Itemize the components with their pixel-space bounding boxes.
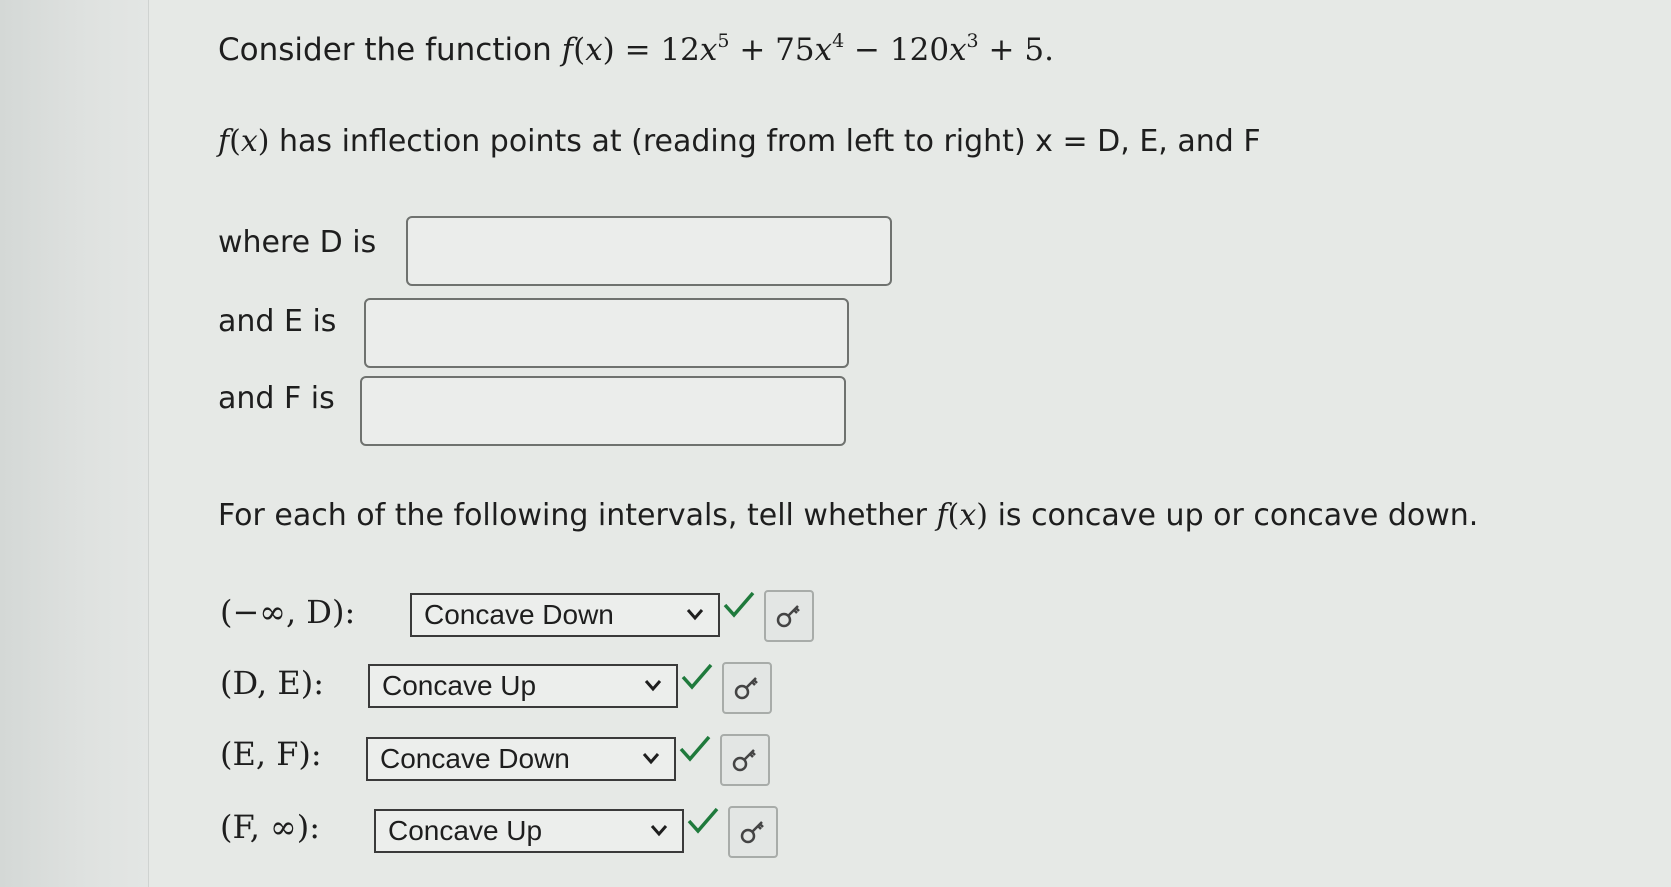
var-1: x — [699, 32, 718, 68]
help-key-button[interactable] — [722, 662, 772, 714]
const-term: 5 — [1024, 32, 1045, 68]
chevron-down-icon — [642, 753, 660, 765]
interval-label-2: (D, E): — [220, 664, 324, 702]
help-key-button[interactable] — [728, 806, 778, 858]
var-3: x — [949, 32, 967, 68]
key-icon — [734, 677, 758, 700]
fn-var: x — [585, 32, 603, 68]
concavity-prefix: For each of the following intervals, tel… — [218, 498, 927, 533]
help-key-button[interactable] — [764, 590, 814, 642]
d-answer-input[interactable] — [406, 216, 892, 286]
checkmark-icon — [687, 807, 719, 834]
interval-label-3: (E, F): — [220, 735, 322, 773]
selected-value: Concave Up — [382, 670, 537, 701]
question-content: Consider the function f(x) = 12x5 + 75x4… — [0, 0, 1671, 887]
fn-var: x — [240, 124, 258, 159]
e-answer-input[interactable] — [364, 298, 849, 368]
checkmark-icon — [679, 735, 711, 762]
key-icon — [732, 749, 756, 772]
inflection-statement: f(x) has inflection points at (reading f… — [218, 124, 1261, 159]
help-key-button[interactable] — [720, 734, 770, 786]
concavity-select-2[interactable]: Concave Up — [368, 664, 678, 708]
coef-1: 12 — [660, 32, 700, 68]
concavity-select-3[interactable]: Concave Down — [366, 737, 676, 781]
exp-2: 4 — [832, 30, 845, 52]
fx-notation-2: f(x) — [936, 498, 989, 533]
fx-notation: f(x) — [218, 124, 270, 159]
e-label: and E is — [218, 304, 337, 339]
intro-text: Consider the function — [218, 32, 552, 68]
inflection-text: has inflection points at (reading from l… — [279, 124, 1261, 159]
fn-name: f — [218, 124, 230, 159]
checkmark-icon — [723, 591, 755, 618]
fn-name: f — [936, 498, 948, 533]
key-icon — [740, 821, 764, 844]
coef-2: 75 — [775, 32, 815, 68]
interval-label-4: (F, ∞): — [220, 808, 320, 846]
selected-value: Concave Down — [424, 599, 614, 630]
chevron-down-icon — [686, 609, 704, 621]
concavity-select-1[interactable]: Concave Down — [410, 593, 720, 637]
d-label: where D is — [218, 225, 377, 260]
interval-label-1: (−∞, D): — [220, 593, 356, 631]
function-statement: Consider the function f(x) = 12x5 + 75x4… — [218, 30, 1054, 69]
exp-3: 3 — [966, 30, 979, 52]
chevron-down-icon — [644, 680, 662, 692]
concavity-instruction: For each of the following intervals, tel… — [218, 498, 1478, 533]
selected-value: Concave Up — [388, 815, 543, 846]
function-expression: f(x) = 12x5 + 75x4 − 120x3 + 5. — [561, 30, 1054, 69]
fn-var: x — [959, 498, 977, 533]
concavity-select-4[interactable]: Concave Up — [374, 809, 684, 853]
var-2: x — [814, 32, 833, 68]
exp-1: 5 — [717, 30, 730, 52]
fn-name: f — [561, 32, 574, 68]
key-icon — [776, 605, 800, 628]
selected-value: Concave Down — [380, 743, 570, 774]
checkmark-icon — [681, 663, 713, 690]
chevron-down-icon — [650, 825, 668, 837]
coef-3: 120 — [889, 32, 950, 68]
f-answer-input[interactable] — [360, 376, 846, 446]
f-label: and F is — [218, 381, 335, 416]
concavity-suffix: is concave up or concave down. — [997, 498, 1479, 533]
